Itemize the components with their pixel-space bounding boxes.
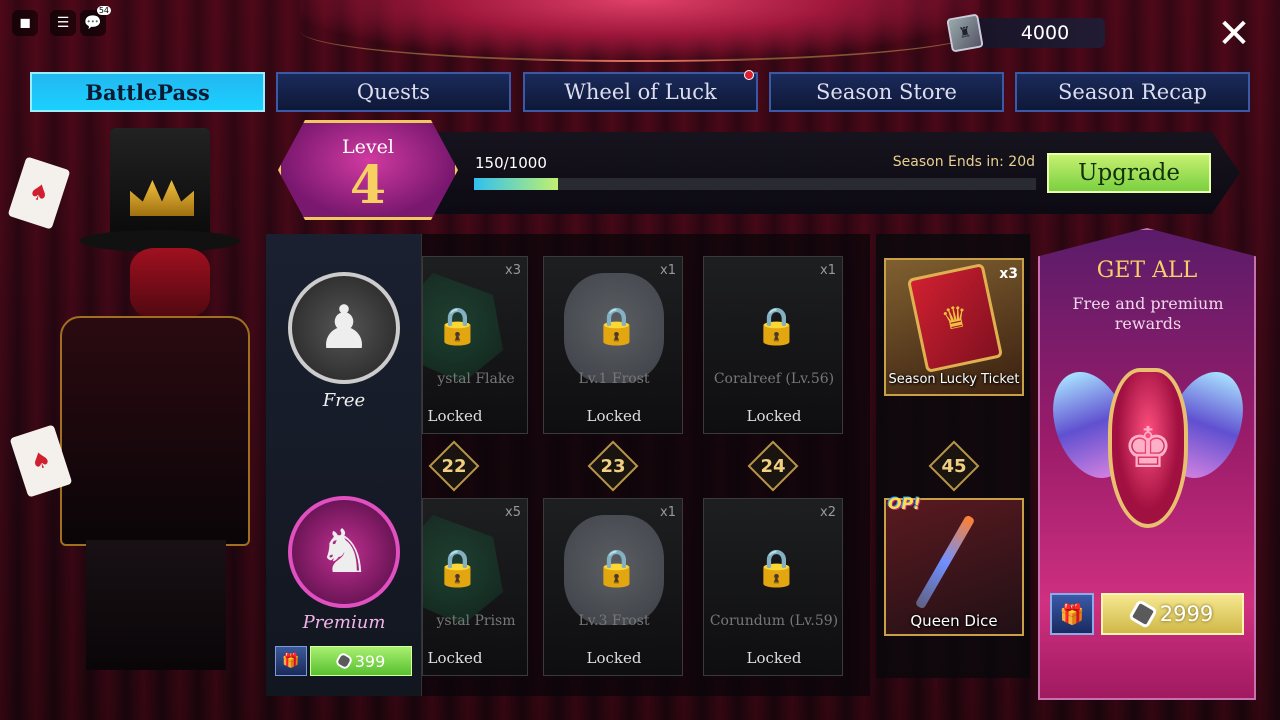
pawn-icon: ♟ — [317, 293, 371, 363]
lock-icon: 🔒 — [594, 306, 639, 347]
chess-king-icon: ♚ — [1108, 368, 1188, 528]
premium-emblem: ♚ — [1039, 340, 1257, 550]
lock-icon: 🔒 — [754, 306, 799, 347]
reward-name: ystal Prism — [436, 613, 516, 629]
ticket-currency-icon: ♜ — [946, 13, 984, 53]
reward-name: Corundum (Lv.59) — [709, 613, 839, 629]
avatar-body — [60, 316, 250, 546]
tab-quests[interactable]: Quests — [276, 72, 511, 112]
reward-name: Coralreef (Lv.56) — [713, 371, 835, 387]
reward-card[interactable]: 🔒 x5 ystal Prism Locked — [422, 498, 528, 676]
get-all-buy-button[interactable]: 2999 — [1101, 593, 1244, 635]
reward-name: Queen Dice — [910, 612, 998, 630]
premium-track-icon: ♞ — [288, 496, 400, 608]
character-avatar — [40, 120, 270, 680]
level-number: 4 — [349, 155, 387, 216]
reward-qty: x1 — [660, 505, 676, 520]
chat-icon[interactable]: 💬 54 — [80, 6, 111, 36]
reward-status: Locked — [427, 407, 483, 425]
gift-icon[interactable]: 🎁 — [1050, 593, 1094, 635]
level-marker-number: 24 — [760, 456, 786, 477]
tab-season-store[interactable]: Season Store — [769, 72, 1004, 112]
lucky-ticket-icon: ♛ — [906, 262, 1004, 374]
free-track-label: Free — [322, 390, 366, 411]
robux-icon — [1127, 598, 1158, 630]
reward-qty: x3 — [505, 263, 521, 278]
avatar-head — [130, 248, 210, 318]
currency-display: ♜ 4000 — [946, 13, 1105, 53]
level-marker-number: 23 — [600, 456, 626, 477]
reward-qty: x2 — [820, 505, 836, 520]
avatar-legs — [86, 540, 226, 670]
season-ends-text: Season Ends in: 20d — [892, 154, 1035, 170]
close-icon[interactable]: ✕ — [1214, 14, 1254, 54]
robux-icon — [334, 651, 354, 671]
op-badge: OP! — [888, 494, 921, 513]
reward-status: Locked — [586, 649, 642, 667]
top-hat — [110, 128, 210, 238]
reward-qty: x1 — [820, 263, 836, 278]
reward-qty: x1 — [660, 263, 676, 278]
reward-status: Locked — [746, 649, 802, 667]
get-all-price: 2999 — [1159, 602, 1214, 626]
reward-name: Lv.1 Frost — [578, 371, 650, 387]
reward-card[interactable]: 🔒 x1 Lv.3 Frost Locked — [543, 498, 683, 676]
lock-icon: 🔒 — [435, 306, 480, 347]
notification-dot — [744, 70, 754, 80]
xp-progress-text: 150/1000 — [475, 154, 547, 172]
lock-icon: 🔒 — [594, 548, 639, 589]
tab-battlepass[interactable]: BattlePass — [30, 72, 265, 112]
get-all-subtitle: Free and premium rewards — [1072, 294, 1224, 333]
top-ornament — [300, 0, 980, 62]
reward-name: Lv.3 Frost — [578, 613, 650, 629]
reward-name: Season Lucky Ticket — [888, 372, 1020, 387]
premium-buy-button[interactable]: 399 — [310, 646, 412, 676]
upgrade-button[interactable]: Upgrade — [1047, 153, 1211, 193]
reward-card[interactable]: 🔒 x1 Coralreef (Lv.56) Locked — [703, 256, 843, 434]
get-all-title: GET ALL — [1096, 258, 1198, 283]
lock-icon: 🔒 — [754, 548, 799, 589]
chat-badge: 54 — [96, 6, 111, 15]
reward-qty: x3 — [999, 266, 1018, 282]
tab-wheel-of-luck[interactable]: Wheel of Luck — [523, 70, 758, 112]
reward-status: Locked — [586, 407, 642, 425]
free-track-icon: ♟ — [288, 272, 400, 384]
tab-bar: BattlePass Quests Wheel of Luck Season S… — [30, 70, 1250, 112]
gift-icon[interactable]: 🎁 — [275, 646, 307, 676]
reward-status: Locked — [427, 649, 483, 667]
season-lucky-ticket-card[interactable]: ♛ x3 Season Lucky Ticket — [884, 258, 1024, 396]
level-marker-number: 22 — [441, 456, 467, 477]
reward-qty: x5 — [505, 505, 521, 520]
reward-status: Locked — [746, 407, 802, 425]
knight-icon: ♞ — [317, 517, 371, 587]
xp-progress-fill — [474, 178, 559, 190]
queen-dice-card[interactable]: OP! Queen Dice — [884, 494, 1024, 636]
currency-amount: 4000 — [1020, 22, 1070, 44]
reward-card[interactable]: 🔒 x2 Corundum (Lv.59) Locked — [703, 498, 843, 676]
reward-card[interactable]: 🔒 x3 ystal Flake Locked — [422, 256, 528, 434]
tab-season-recap[interactable]: Season Recap — [1015, 72, 1250, 112]
tab-wheel-of-luck-label: Wheel of Luck — [564, 80, 717, 104]
premium-price: 399 — [354, 651, 386, 671]
reward-card[interactable]: 🔒 x1 Lv.1 Frost Locked — [543, 256, 683, 434]
lock-icon: 🔒 — [435, 548, 480, 589]
xp-progress-bar — [474, 178, 1036, 190]
queen-dice-staff-icon — [914, 514, 976, 610]
premium-track-label: Premium — [302, 612, 386, 633]
level-marker-number: 45 — [941, 456, 967, 477]
reward-name: ystal Flake — [437, 371, 515, 387]
roblox-logo-icon[interactable]: ◼ — [12, 10, 38, 36]
hamburger-menu-icon[interactable]: ☰ — [50, 10, 76, 36]
